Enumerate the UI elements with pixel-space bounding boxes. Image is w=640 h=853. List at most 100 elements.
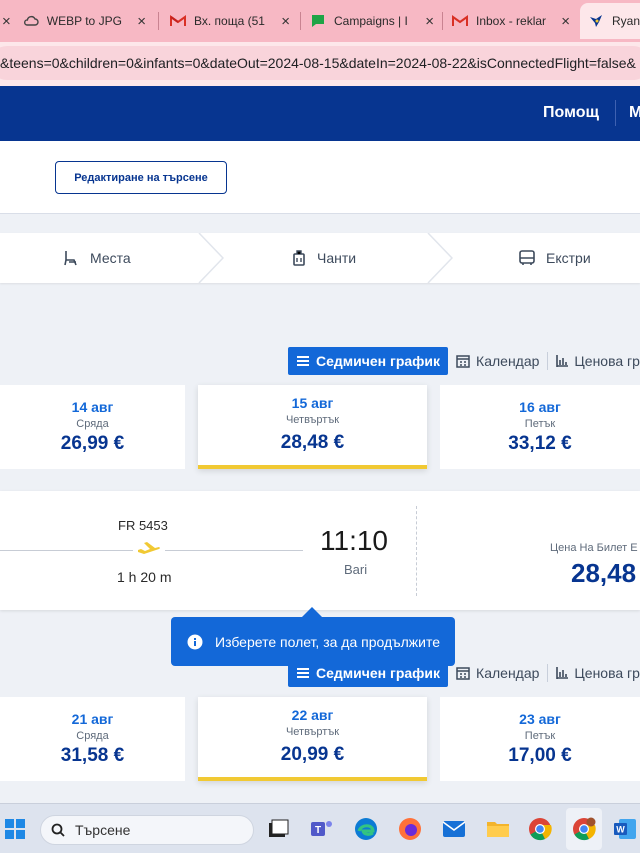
tooltip-text: Изберете полет, за да продължите	[215, 633, 440, 650]
gmail-icon	[452, 13, 468, 29]
taskbar-search-box[interactable]: Търсене	[40, 815, 254, 845]
tab-title: Вх. поща (51	[194, 14, 265, 28]
windows-start-icon[interactable]	[2, 816, 28, 842]
arrival-city: Bari	[344, 562, 368, 577]
return-date-carousel: 21 авг Сряда 31,58 € 22 авг Четвъртък 20…	[0, 697, 640, 781]
weekly-view-label: Седмичен график	[316, 353, 441, 369]
file-explorer-icon[interactable]	[485, 816, 511, 842]
edit-search-button[interactable]: Редактиране на търсене	[55, 161, 227, 194]
step-seats[interactable]: Места	[62, 233, 131, 283]
step-chevron-icon	[198, 233, 224, 283]
date-card-weekday: Петък	[524, 730, 556, 742]
date-card-weekday: Петък	[524, 418, 556, 430]
browser-tab-inbox[interactable]: Inbox - reklar ×	[444, 3, 578, 39]
select-flight-tooltip: Изберете полет, за да продължите	[171, 607, 455, 666]
date-card-outbound-selected[interactable]: 15 авг Четвъртък 28,48 €	[198, 385, 427, 469]
bar-chart-icon	[556, 667, 569, 679]
outbound-view-toggle: Седмичен график Календар Ценова граф	[288, 347, 640, 375]
date-card-date: 14 авг	[71, 399, 114, 415]
date-card-weekday: Четвъртък	[285, 726, 340, 738]
bag-icon	[293, 250, 305, 266]
flight-card[interactable]: FR 5453 1 h 20 m 11:10 Bari Цена На Биле…	[0, 491, 640, 610]
help-link[interactable]: Помощ	[543, 104, 599, 122]
cloud-icon	[23, 13, 39, 29]
booking-steps: Места Чанти Екстри	[0, 233, 640, 283]
calendar-view-button[interactable]: Календар	[448, 347, 547, 375]
browser-tab-campaigns[interactable]: Campaigns | I ×	[302, 3, 442, 39]
step-label: Чанти	[317, 250, 357, 266]
search-icon	[51, 823, 65, 837]
date-card-price: 31,58 €	[60, 745, 125, 766]
tab-close-icon[interactable]: ×	[425, 13, 434, 30]
chat-icon	[310, 13, 326, 29]
header-menu-link[interactable]: M	[629, 104, 640, 122]
date-card-return-3[interactable]: 23 авг Петък 17,00 €	[440, 697, 640, 781]
date-card-return-selected[interactable]: 22 авг Четвъртък 20,99 €	[198, 697, 427, 781]
mail-icon[interactable]	[441, 816, 467, 842]
tab-close-icon[interactable]: ×	[281, 13, 290, 30]
chrome-profile-icon[interactable]	[571, 816, 597, 842]
price-graph-button[interactable]: Ценова граф	[548, 659, 640, 687]
calendar-icon	[456, 667, 470, 680]
fare-price-label: Цена На Билет Е	[550, 542, 638, 554]
date-card-outbound-3[interactable]: 16 авг Петък 33,12 €	[440, 385, 640, 469]
gmail-icon	[170, 13, 186, 29]
firefox-icon[interactable]	[397, 816, 423, 842]
date-card-weekday: Сряда	[76, 418, 109, 430]
outbound-date-carousel: 14 авг Сряда 26,99 € 15 авг Четвъртък 28…	[0, 385, 640, 469]
step-label: Места	[90, 250, 131, 266]
chrome-icon[interactable]	[527, 816, 553, 842]
calendar-view-label: Календар	[476, 665, 540, 681]
task-view-icon[interactable]	[265, 816, 291, 842]
date-card-date: 16 авг	[519, 399, 561, 415]
calendar-icon	[456, 355, 470, 368]
tab-close-icon[interactable]: ×	[2, 13, 11, 30]
taskbar-search-placeholder: Търсене	[75, 822, 131, 838]
word-icon[interactable]: W	[612, 816, 638, 842]
browser-tab-ryanair[interactable]: Ryan	[580, 3, 640, 39]
price-graph-button[interactable]: Ценова граф	[548, 347, 640, 375]
flight-card-divider	[416, 506, 417, 596]
tab-title: Inbox - reklar	[476, 14, 547, 28]
weekly-view-label: Седмичен график	[316, 665, 441, 681]
bar-chart-icon	[556, 355, 569, 367]
address-bar: &teens=0&children=0&infants=0&dateOut=20…	[0, 42, 640, 86]
info-icon	[187, 634, 203, 649]
bus-icon	[519, 250, 535, 265]
url-text: &teens=0&children=0&infants=0&dateOut=20…	[0, 55, 636, 71]
step-chevron-icon	[427, 233, 453, 283]
date-card-return-1[interactable]: 21 авг Сряда 31,58 €	[0, 697, 185, 781]
windows-taskbar: Търсене T W	[0, 803, 640, 853]
seat-icon	[64, 251, 77, 266]
tab-title: Ryan	[612, 14, 640, 28]
arrival-time: 11:10	[320, 525, 388, 556]
tab-title: Campaigns | I	[334, 14, 408, 28]
date-card-outbound-1[interactable]: 14 авг Сряда 26,99 €	[0, 385, 185, 469]
site-header: Помощ M	[0, 86, 640, 141]
flight-duration: 1 h 20 m	[117, 569, 172, 585]
list-icon	[297, 668, 309, 678]
header-divider	[615, 100, 616, 126]
date-card-date: 22 авг	[291, 707, 334, 723]
search-summary-bar: Редактиране на търсене	[0, 141, 640, 214]
fare-price[interactable]: 28,48	[571, 558, 636, 589]
teams-icon[interactable]: T	[309, 816, 335, 842]
ryanair-icon	[588, 13, 604, 29]
browser-tab-webp[interactable]: × WEBP to JPG ×	[0, 3, 154, 39]
tab-close-icon[interactable]: ×	[137, 13, 146, 30]
tab-close-icon[interactable]: ×	[561, 13, 570, 30]
step-extras[interactable]: Екстри	[518, 233, 591, 283]
browser-tab-gmail[interactable]: Вх. поща (51 ×	[162, 3, 298, 39]
edge-icon[interactable]	[353, 816, 379, 842]
plane-icon	[133, 541, 165, 562]
step-bags[interactable]: Чанти	[291, 233, 356, 283]
svg-text:W: W	[616, 825, 625, 835]
tab-title: WEBP to JPG	[46, 14, 122, 28]
weekly-view-button[interactable]: Седмичен график	[288, 347, 449, 375]
calendar-view-button[interactable]: Календар	[448, 659, 547, 687]
step-label: Екстри	[546, 250, 591, 266]
browser-tab-strip: × WEBP to JPG × Вх. поща (51 × Campaigns…	[0, 0, 640, 42]
date-card-weekday: Четвъртък	[285, 414, 340, 426]
date-card-price: 26,99 €	[60, 433, 125, 454]
date-card-date: 15 авг	[291, 395, 334, 411]
